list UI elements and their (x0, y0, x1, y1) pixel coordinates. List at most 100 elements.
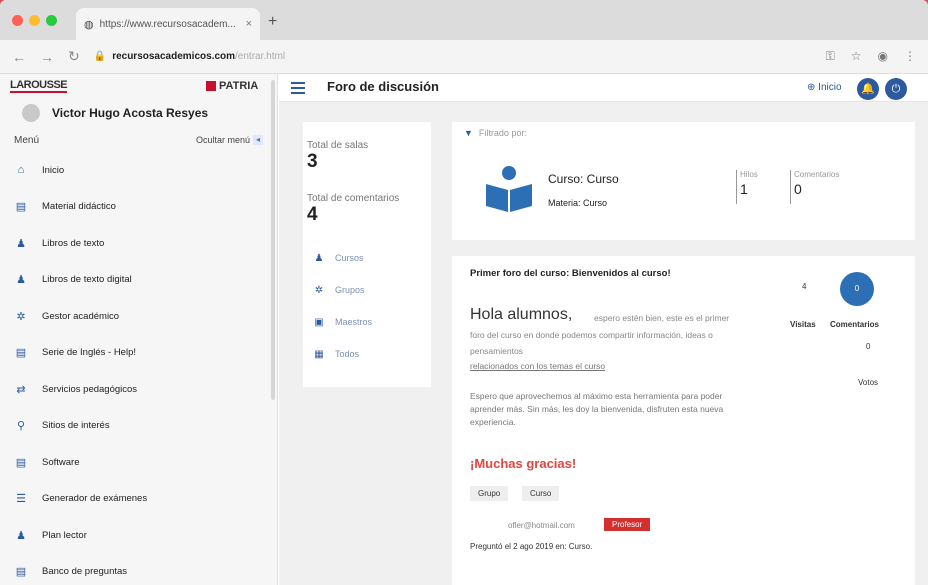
sidebar-item-inicio[interactable]: ⌂ Inicio (0, 152, 277, 189)
filter-cursos[interactable]: ♟ Cursos (303, 242, 431, 274)
hide-menu-button[interactable]: Ocultar menú ◂ (196, 135, 263, 145)
larousse-logo: LAROUSSE (10, 79, 68, 93)
sidebar-item-sitios[interactable]: ⚲ Sitios de interés (0, 408, 277, 445)
course-comments-value: 0 (794, 181, 802, 197)
power-icon[interactable]: ⏻ (885, 78, 907, 100)
asked-date: Preguntó el 2 ago 2019 en: Curso. (470, 542, 593, 551)
tag-curso[interactable]: Curso (522, 486, 560, 501)
inicio-link[interactable]: ⊕ Inicio (807, 82, 842, 93)
close-window-button[interactable] (12, 15, 23, 26)
url-field[interactable]: recursosacademicos.com/entrar.html (112, 51, 825, 62)
group-icon: ✲ (314, 284, 324, 296)
users-icon: ♟ (16, 237, 26, 250)
post-body-intro: espero estén bien, este es el primer for… (470, 313, 730, 356)
minimize-window-button[interactable] (29, 15, 40, 26)
home-icon: ⌂ (17, 164, 25, 177)
user-profile: Victor Hugo Acosta Resyes (0, 98, 277, 128)
post-title[interactable]: Primer foro del curso: Bienvenidos al cu… (470, 268, 710, 280)
sidebar-item-banco[interactable]: ▤ Banco de preguntas (0, 554, 277, 585)
sidebar-item-label: Libros de texto (42, 237, 105, 249)
group-icon: ✲ (16, 310, 26, 323)
author-email: ofler@hotmail.com (508, 521, 575, 530)
sidebar-item-label: Plan lector (42, 529, 87, 541)
browser-tab[interactable]: ◍ https://www.recursosacadem... × (76, 8, 260, 40)
sidebar-item-label: Software (42, 456, 80, 468)
inicio-label: Inicio (818, 82, 842, 93)
tag-grupo[interactable]: Grupo (470, 486, 509, 501)
sidebar-item-software[interactable]: ▤ Software (0, 444, 277, 481)
menu-label: Menú (14, 134, 40, 146)
book-icon: ▤ (15, 201, 27, 214)
hide-menu-label: Ocultar menú (195, 135, 250, 145)
threads-label: Hilos (740, 170, 758, 179)
sidebar-item-plan-lector[interactable]: ♟ Plan lector (0, 517, 277, 554)
sidebar-item-generador[interactable]: ☰ Generador de exámenes (0, 481, 277, 518)
sidebar-item-servicios[interactable]: ⇄ Servicios pedagógicos (0, 371, 277, 408)
page-title: Foro de discusión (327, 79, 439, 94)
forward-icon[interactable]: → (40, 49, 54, 65)
role-badge: Profesor (604, 518, 651, 531)
course-card: ▼ Filtrado por: Curso: Curso Materia: Cur… (452, 122, 915, 240)
new-tab-button[interactable]: + (268, 13, 277, 31)
post-body: Espero que aprovechemos al máximo esta h… (470, 391, 724, 427)
filter-label: Todos (335, 349, 360, 359)
filter-todos[interactable]: ▦ Todos (303, 338, 431, 370)
rooms-label: Total de salas (307, 140, 369, 151)
key-icon[interactable]: ⚿ (826, 49, 835, 64)
sidebar-item-gestor[interactable]: ✲ Gestor académico (0, 298, 277, 335)
notifications-bell-icon[interactable]: 🔔 (857, 78, 879, 100)
course-name: Curso: Curso (548, 172, 619, 186)
sidebar-item-label: Servicios pedagógicos (42, 383, 138, 395)
threads-value: 1 (740, 181, 748, 197)
book-icon: ▤ (15, 347, 27, 360)
chevron-left-icon: ◂ (253, 135, 263, 145)
users-icon: ♟ (314, 252, 324, 264)
votes-value: 0 (866, 342, 871, 351)
filter-label: Cursos (335, 253, 364, 263)
tab-bar: ◍ https://www.recursosacadem... × + (0, 0, 928, 40)
maximize-window-button[interactable] (46, 15, 57, 26)
briefcase-icon: ▣ (314, 316, 324, 328)
browser-window: ◍ https://www.recursosacadem... × + ← → … (0, 0, 928, 585)
sidebar-item-label: Generador de exámenes (42, 493, 148, 505)
sidebar-item-libros-digital[interactable]: ♟ Libros de texto digital (0, 262, 277, 299)
sidebar-item-label: Inicio (42, 164, 65, 176)
list-icon: ☰ (16, 493, 26, 506)
sidebar-item-ingles[interactable]: ▤ Serie de Inglés - Help! (0, 335, 277, 372)
filter-by-label: Filtrado por: (478, 128, 527, 138)
reload-icon[interactable]: ↻ (68, 48, 80, 65)
filter-maestros[interactable]: ▣ Maestros (303, 306, 431, 338)
sidebar-item-label: Material didáctico (42, 201, 116, 213)
open-book-icon (486, 166, 532, 212)
post-link[interactable]: relacionados con los temas el curso (470, 361, 605, 371)
book-icon: ▤ (15, 456, 27, 469)
tab-title: https://www.recursosacadem... (99, 18, 236, 30)
views-value: 4 (802, 282, 807, 291)
user-name: Victor Hugo Acosta Resyes (52, 106, 209, 120)
sidebar-item-label: Libros de texto digital (42, 274, 132, 286)
avatar (22, 104, 40, 122)
back-icon[interactable]: ← (12, 49, 26, 65)
sidebar-item-material[interactable]: ▤ Material didáctico (0, 189, 277, 226)
sidebar-item-label: Serie de Inglés - Help! (42, 347, 136, 359)
star-icon[interactable]: ☆ (851, 49, 862, 64)
filter-label: Maestros (335, 317, 373, 327)
exchange-icon: ⇄ (16, 383, 26, 396)
sidebar-item-label: Sitios de interés (42, 420, 110, 432)
filter-grupos[interactable]: ✲ Grupos (303, 274, 431, 306)
forum-post: Primer foro del curso: Bienvenidos al cu… (452, 256, 915, 585)
hamburger-menu-icon[interactable] (291, 82, 305, 97)
profile-icon[interactable]: ◉ (878, 49, 888, 64)
comments-count-badge[interactable]: 0 (840, 272, 874, 306)
patria-logo: PATRIA (206, 80, 258, 92)
more-icon[interactable]: ⋮ (904, 49, 916, 64)
sidebar-item-libros[interactable]: ♟ Libros de texto (0, 225, 277, 262)
top-bar: Foro de discusión ⊕ Inicio 🔔 ⏻ (279, 74, 928, 102)
sidebar-scrollbar[interactable] (271, 80, 275, 400)
url-path: /entrar.html (235, 51, 286, 62)
lock-icon: 🔒 (93, 51, 107, 62)
comments-label: Total de comentarios (307, 193, 400, 204)
close-tab-icon[interactable]: × (246, 18, 252, 30)
menu-header: Menú Ocultar menú ◂ (0, 128, 277, 152)
users-icon: ♟ (16, 274, 26, 287)
